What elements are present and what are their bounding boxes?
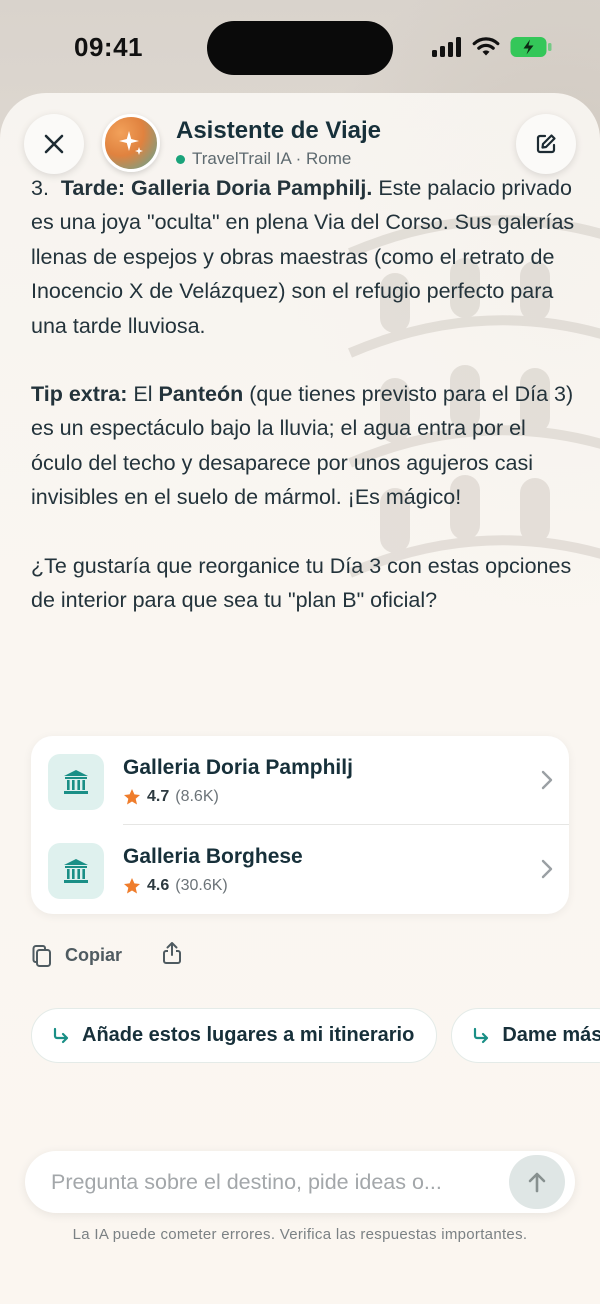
item-number: 3.: [31, 176, 49, 200]
chat-input-bar: [25, 1151, 575, 1213]
battery-icon: [510, 37, 552, 57]
share-icon: [163, 942, 182, 964]
new-chat-button[interactable]: [516, 114, 576, 174]
message-tip: Tip extra: El Panteón (que tienes previs…: [31, 377, 576, 515]
close-button[interactable]: [24, 114, 84, 174]
online-indicator-icon: [176, 154, 185, 164]
item-heading: Tarde: Galleria Doria Pamphilj.: [60, 176, 373, 200]
chevron-right-icon: [541, 859, 553, 879]
star-icon: [124, 789, 140, 805]
suggestion-label: Añade estos lugares a mi itinerario: [82, 1024, 415, 1046]
copy-button[interactable]: Copiar: [31, 944, 122, 968]
suggestion-chip[interactable]: Dame más: [451, 1008, 600, 1063]
rating-value: 4.6: [147, 877, 170, 894]
place-rating: 4.7 (8.6K): [123, 788, 219, 806]
review-count: (8.6K): [175, 788, 219, 805]
chat-sheet: Asistente de Viaje TravelTrail IA · Rome…: [0, 93, 600, 1304]
wifi-icon: [472, 37, 500, 56]
send-button[interactable]: [509, 1155, 565, 1209]
assistant-message: 3. Tarde: Galleria Doria Pamphilj. Este …: [31, 171, 576, 617]
arrow-up-icon: [528, 1172, 546, 1193]
edit-icon: [536, 134, 556, 154]
places-card: Galleria Doria Pamphilj 4.7 (8.6K) Galle…: [31, 736, 569, 914]
tip-pre: El: [127, 382, 159, 407]
item-text: Este palacio privado es una joya "oculta…: [31, 176, 575, 338]
museum-icon: [48, 754, 104, 810]
museum-icon: [48, 843, 104, 899]
suggestion-chips: Añade estos lugares a mi itinerario Dame…: [31, 1008, 600, 1063]
sparkle-icon: [119, 131, 143, 155]
dynamic-island: [207, 21, 393, 75]
assistant-avatar: [102, 114, 160, 172]
suggestion-label: Dame más: [502, 1024, 600, 1046]
tip-label: Tip extra:: [31, 382, 128, 407]
place-name: Galleria Borghese: [123, 845, 303, 868]
close-icon: [44, 134, 64, 154]
copy-icon: [32, 944, 51, 967]
chat-input[interactable]: [51, 1151, 501, 1213]
message-item-3: 3. Tarde: Galleria Doria Pamphilj. Este …: [31, 171, 576, 343]
message-actions: Copiar: [31, 941, 182, 970]
share-button[interactable]: [162, 941, 182, 970]
place-row[interactable]: Galleria Doria Pamphilj 4.7 (8.6K): [31, 736, 569, 824]
message-question: ¿Te gustaría que reorganice tu Día 3 con…: [31, 553, 572, 613]
copy-label: Copiar: [65, 945, 123, 965]
place-row[interactable]: Galleria Borghese 4.6 (30.6K): [31, 825, 569, 913]
rating-value: 4.7: [147, 788, 170, 805]
ai-disclaimer: La IA puede cometer errores. Verifica la…: [72, 1226, 528, 1243]
assistant-subtitle: TravelTrail IA · Rome: [176, 149, 351, 169]
star-icon: [124, 878, 140, 894]
assistant-subtitle-text: TravelTrail IA · Rome: [192, 149, 352, 168]
chat-header: Asistente de Viaje TravelTrail IA · Rome: [0, 93, 600, 183]
review-count: (30.6K): [175, 877, 228, 894]
tip-place: Panteón: [158, 382, 244, 407]
chevron-right-icon: [541, 770, 553, 790]
status-time: 09:41: [74, 32, 143, 62]
reply-arrow-icon: [53, 1027, 69, 1043]
status-icons: [432, 36, 552, 58]
signal-icon: [432, 37, 461, 57]
suggestion-chip[interactable]: Añade estos lugares a mi itinerario: [31, 1008, 438, 1063]
place-rating: 4.6 (30.6K): [123, 877, 228, 895]
assistant-title: Asistente de Viaje: [176, 117, 381, 144]
reply-arrow-icon: [474, 1027, 489, 1043]
status-bar: 09:41: [0, 0, 600, 96]
place-name: Galleria Doria Pamphilj: [123, 756, 353, 779]
